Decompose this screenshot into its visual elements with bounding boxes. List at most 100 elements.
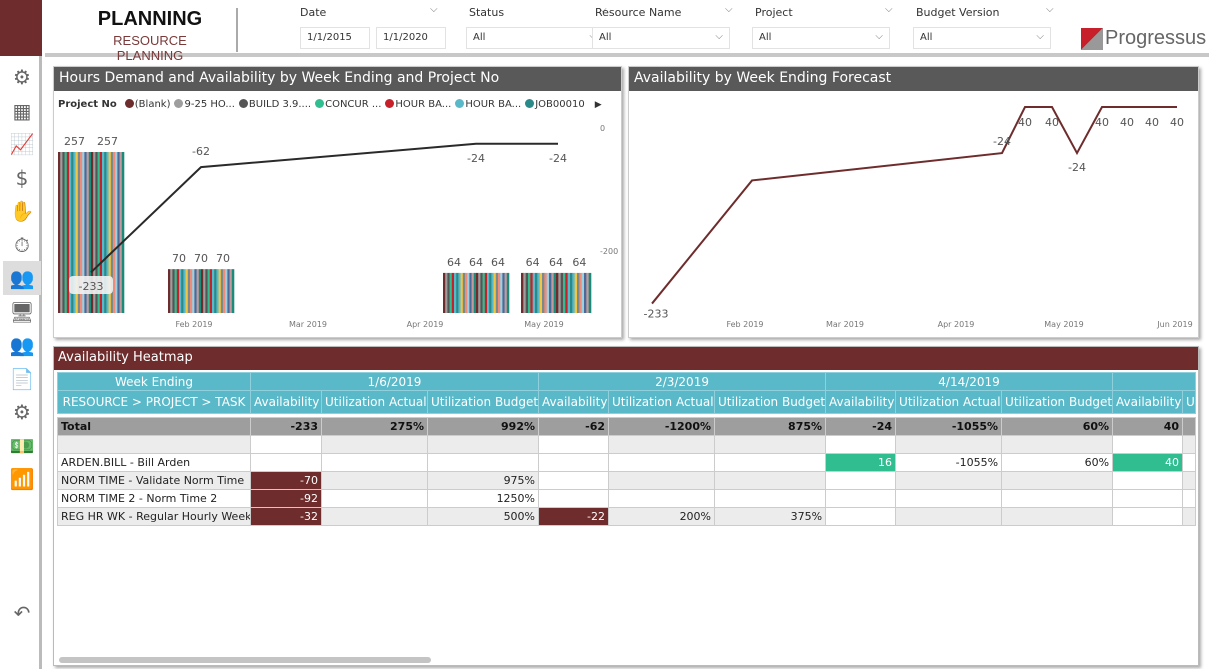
y2-tick-label: -200 [600, 247, 618, 256]
table-row[interactable]: NORM TIME - Validate Norm Time -70 975% [57, 471, 1197, 490]
heatmap-cell [1182, 453, 1197, 472]
heatmap-cell [538, 453, 610, 472]
heatmap-cell: 500% [426, 507, 540, 526]
hand-coins-icon[interactable]: ✋ [3, 194, 41, 228]
bar [570, 272, 573, 313]
bar [539, 272, 543, 313]
bar [458, 272, 461, 313]
week-header[interactable]: 1/6/2019 [249, 372, 540, 391]
money-hands-icon[interactable]: $ [3, 161, 41, 195]
bar [218, 269, 222, 313]
slicer-label: Project [755, 6, 793, 19]
slicer-dropdown[interactable]: All⌵ [466, 27, 604, 49]
people-icon[interactable]: 👥 [3, 328, 41, 362]
settings-gear-icon[interactable]: ⚙ [3, 60, 41, 94]
logo-mark-icon [1081, 27, 1103, 50]
bar [119, 152, 123, 313]
x-tick-label: Mar 2019 [289, 320, 327, 329]
chart-plot: -233 -24 40 40 -24 40 40 40 40 Feb 2019 Mar 2019 Ap… [644, 106, 1193, 329]
heatmap-cell [825, 471, 897, 490]
measure-header[interactable]: U [1182, 390, 1197, 414]
bar-data-label: 64 [469, 256, 483, 269]
bar [482, 272, 486, 313]
bar [586, 272, 589, 313]
table-row[interactable] [57, 435, 1197, 454]
week-header[interactable]: 4/14/2019 [825, 372, 1114, 391]
chevron-down-icon[interactable]: ⌵ [885, 4, 893, 15]
row-header-top: Week Ending [57, 372, 251, 391]
bar-data-label: 64 [447, 256, 461, 269]
chevron-down-icon[interactable]: ⌵ [725, 4, 733, 15]
back-arrow-icon[interactable]: ↶ [3, 596, 41, 630]
chevron-down-icon[interactable]: ⌵ [430, 4, 438, 15]
bar [565, 272, 568, 313]
bar [574, 272, 578, 313]
monitor-gear-icon[interactable]: 🖥 [3, 295, 41, 329]
measure-header[interactable]: Availability [250, 390, 322, 414]
trend-chart-icon[interactable]: 📈 [3, 127, 41, 161]
bar [220, 269, 224, 313]
bar [192, 269, 195, 313]
table-row[interactable]: ARDEN.BILL - Bill Arden 16 -1055% 60% 40 [57, 453, 1197, 472]
bar [58, 152, 61, 313]
slicer-dropdown[interactable]: All⌵ [752, 27, 890, 49]
heatmap-cell [714, 453, 827, 472]
measure-header[interactable]: Utilization Actual [321, 390, 428, 414]
bar [456, 272, 459, 313]
slicer-label: Budget Version [916, 6, 1000, 19]
week-header[interactable] [1112, 372, 1197, 391]
bar [588, 272, 592, 313]
heatmap-cell [1182, 435, 1197, 454]
bar [445, 272, 448, 313]
growth-chart-icon[interactable]: 📶 [3, 462, 41, 496]
stopwatch-icon[interactable]: ⏱ [3, 228, 41, 262]
table-row[interactable]: REG HR WK - Regular Hourly Weekly -32 500%… [57, 507, 1197, 526]
resource-planning-icon[interactable]: 👥 [3, 261, 41, 295]
dashboard-tablet-icon[interactable]: ▦ [3, 94, 41, 128]
chevron-down-icon[interactable]: ⌵ [1046, 4, 1054, 15]
heatmap-cell [608, 471, 716, 490]
measure-header[interactable]: Utilization Budget [1001, 390, 1114, 414]
horizontal-scrollbar[interactable] [59, 657, 431, 663]
measure-header[interactable]: Availability [538, 390, 610, 414]
bar [553, 272, 557, 313]
bar [487, 272, 490, 313]
chart-title: Hours Demand and Availability by Week En… [54, 67, 621, 91]
date-from-input[interactable]: 1/1/2015 [300, 27, 370, 49]
cash-flow-icon[interactable]: 💵 [3, 429, 41, 463]
measure-header[interactable]: Availability [1112, 390, 1184, 414]
x-tick-label: Apr 2019 [407, 320, 444, 329]
bar [546, 272, 550, 313]
slicer-dropdown[interactable]: All⌵ [592, 27, 730, 49]
heatmap-cell [1182, 489, 1197, 508]
bar [447, 272, 450, 313]
bar [227, 269, 230, 313]
bar-data-label: 64 [549, 256, 563, 269]
invoice-document-icon[interactable]: 📄 [3, 362, 41, 396]
heatmap-cell: 975% [426, 471, 540, 490]
measure-header[interactable]: Utilization Budget [714, 390, 827, 414]
measure-header[interactable]: Availability [825, 390, 897, 414]
measure-header[interactable]: Utilization Actual [895, 390, 1003, 414]
date-to-input[interactable]: 1/1/2020 [376, 27, 446, 49]
week-header[interactable]: 2/3/2019 [538, 372, 827, 391]
bar [467, 272, 470, 313]
bar [469, 272, 472, 313]
table-row[interactable]: NORM TIME 2 - Norm Time 2 -92 1250% [57, 489, 1197, 508]
total-cell: 992% [426, 417, 540, 436]
bar [214, 269, 217, 313]
bar-data-label: 70 [216, 252, 230, 265]
heatmap-cell [825, 435, 897, 454]
measure-header[interactable]: Utilization Actual [608, 390, 716, 414]
x-tick-label: Feb 2019 [726, 320, 763, 329]
availability-forecast-chart: Availability by Week Ending Forecast -23… [628, 66, 1199, 338]
x-tick-label: May 2019 [524, 320, 563, 329]
heatmap-cell: 1250% [426, 489, 540, 508]
slicer-dropdown[interactable]: All⌵ [913, 27, 1051, 49]
subtitle-text: RESOURCE PLANNING [113, 33, 187, 63]
measure-header[interactable]: Utilization Budget [426, 390, 540, 414]
bar [530, 272, 533, 313]
heatmap-cell [538, 435, 610, 454]
progressus-logo: Progressus [1081, 27, 1206, 50]
dollar-gear-icon[interactable]: ⚙ [3, 395, 41, 429]
